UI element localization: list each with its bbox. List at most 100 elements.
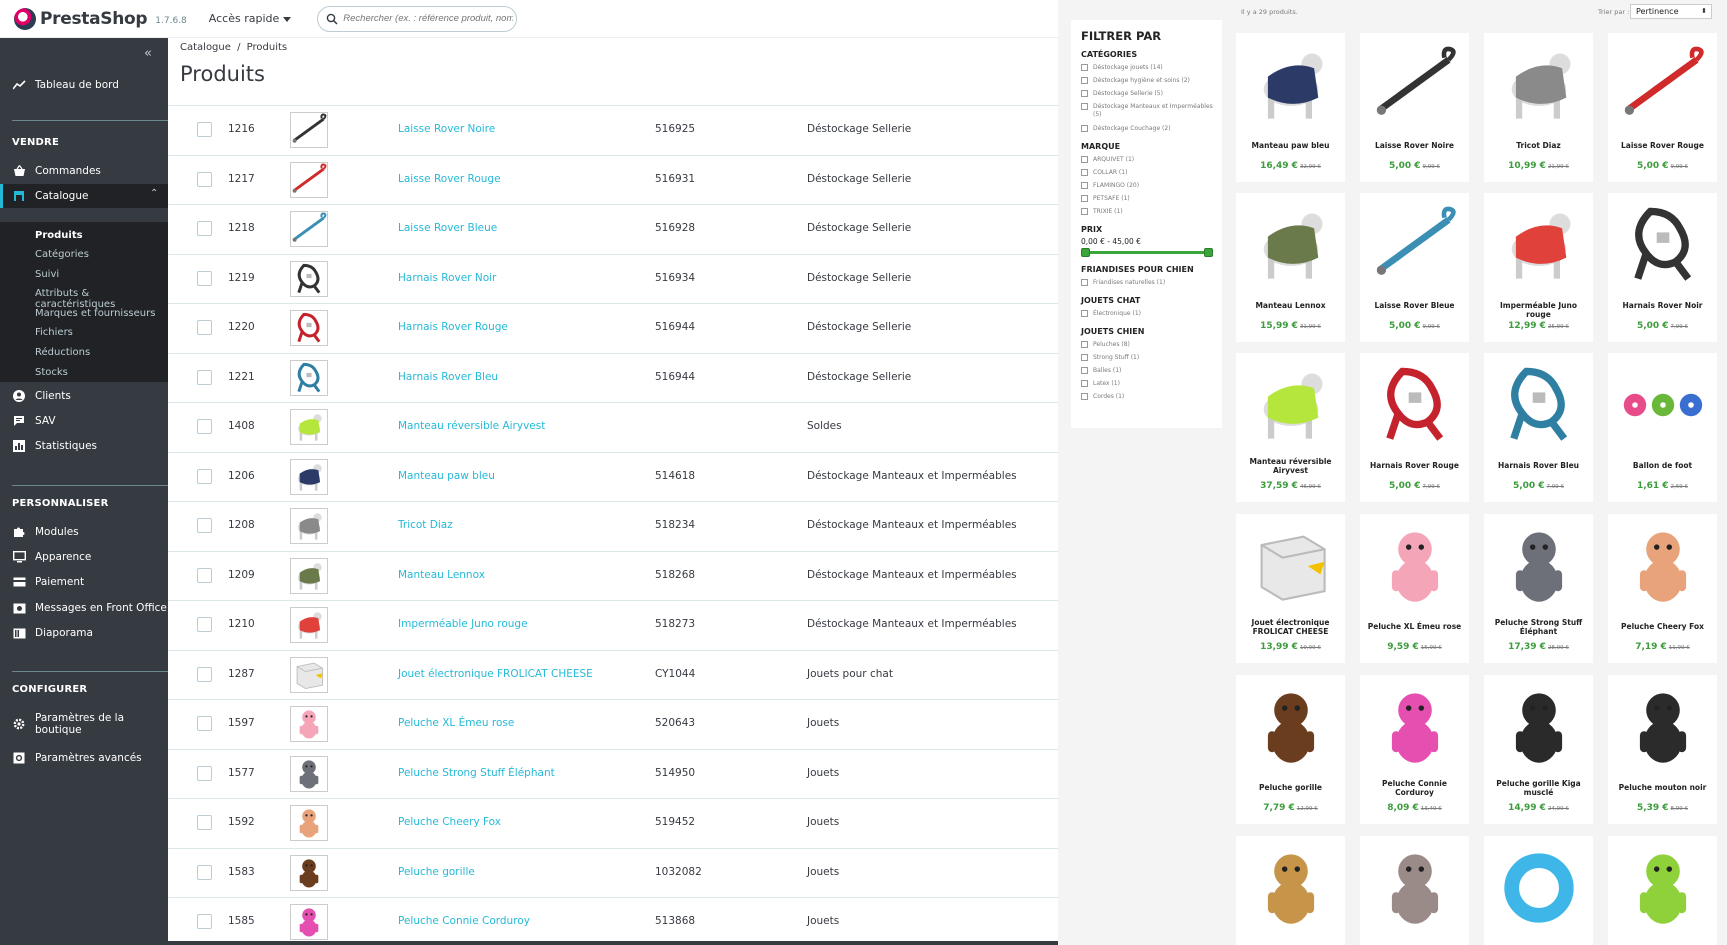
sidebar-item-shop-params[interactable]: Paramètres de la boutique	[12, 712, 162, 736]
row-checkbox[interactable]	[197, 666, 212, 682]
product-image[interactable]	[1244, 359, 1337, 451]
product-image[interactable]	[1244, 681, 1337, 773]
filter-option-dog-toy[interactable]: Latex (1)	[1081, 380, 1217, 388]
product-name-link[interactable]: Manteau Lennox	[398, 569, 485, 581]
search-input[interactable]	[343, 13, 514, 24]
row-checkbox[interactable]	[197, 369, 212, 385]
product-card-name[interactable]: Manteau Lennox	[1240, 301, 1341, 310]
filter-checkbox[interactable]	[1081, 310, 1088, 317]
product-card[interactable]: Peluche gorille 7,79 €12,99 €	[1236, 675, 1345, 824]
filter-checkbox[interactable]	[1081, 103, 1088, 110]
row-checkbox[interactable]	[197, 221, 212, 236]
table-row[interactable]: 1221 Harnais Rover Bleu 516944 Déstockag…	[168, 352, 1058, 402]
sidebar-item-orders[interactable]: Commandes	[12, 164, 101, 178]
row-checkbox[interactable]	[197, 419, 212, 434]
table-row[interactable]: 1210 Imperméable Juno rouge 518273 Désto…	[168, 600, 1058, 649]
row-checkbox[interactable]	[197, 468, 212, 484]
product-card-name[interactable]: Manteau paw bleu	[1240, 141, 1341, 150]
product-card-name[interactable]: Peluche gorille Kiga musclé	[1488, 779, 1589, 797]
product-card-name[interactable]: Peluche mouton noir	[1612, 783, 1713, 792]
product-thumbnail[interactable]	[290, 854, 328, 891]
submenu-files[interactable]: Fichiers	[35, 327, 73, 338]
filter-checkbox[interactable]	[1081, 354, 1088, 361]
sidebar-item-appearance[interactable]: Apparence	[12, 550, 91, 564]
product-card-name[interactable]: Harnais Rover Bleu	[1488, 461, 1589, 470]
product-image[interactable]	[1368, 359, 1461, 451]
filter-checkbox[interactable]	[1081, 77, 1088, 84]
submenu-stocks[interactable]: Stocks	[35, 367, 68, 378]
filter-option-cat-toy[interactable]: Électronique (1)	[1081, 310, 1217, 318]
filter-option-category[interactable]: Déstockage jouets (14)	[1081, 64, 1217, 72]
filter-option-category[interactable]: Déstockage Couchage (2)	[1081, 125, 1217, 133]
product-name-link[interactable]: Manteau paw bleu	[398, 470, 495, 482]
product-thumbnail[interactable]	[290, 211, 328, 247]
row-checkbox[interactable]	[197, 518, 212, 533]
product-card-name[interactable]: Ballon de foot	[1612, 461, 1713, 470]
filter-option-brand[interactable]: TRIXIE (1)	[1081, 208, 1217, 216]
product-card[interactable]	[1608, 836, 1717, 945]
price-slider-track[interactable]	[1083, 251, 1208, 254]
product-card[interactable]	[1484, 836, 1593, 945]
sidebar-item-slideshow[interactable]: Diaporama	[12, 626, 93, 640]
product-card[interactable]: Tricot Diaz 10,99 €21,99 €	[1484, 33, 1593, 182]
sidebar-item-modules[interactable]: Modules	[12, 525, 79, 539]
product-name-link[interactable]: Peluche Strong Stuff Éléphant	[398, 767, 555, 779]
filter-option-category[interactable]: Déstockage Manteaux et Imperméables (5)	[1081, 103, 1217, 119]
table-row[interactable]: 1597 Peluche XL Émeu rose 520643 Jouets	[168, 699, 1058, 748]
table-row[interactable]: 1408 Manteau réversible Airyvest Soldes	[168, 402, 1058, 451]
filter-option-brand[interactable]: COLLAR (1)	[1081, 169, 1217, 177]
product-image[interactable]	[1616, 681, 1709, 773]
product-card-name[interactable]: Peluche gorille	[1240, 783, 1341, 792]
row-checkbox[interactable]	[197, 815, 212, 830]
product-image[interactable]	[1616, 39, 1709, 131]
product-card[interactable]: Peluche Strong Stuff Éléphant 17,39 €28,…	[1484, 514, 1593, 663]
row-checkbox[interactable]	[197, 270, 212, 286]
table-row[interactable]: 1218 Laisse Rover Bleue 516928 Déstockag…	[168, 204, 1058, 253]
table-row[interactable]: 1287 Jouet électronique FROLICAT CHEESE …	[168, 649, 1058, 699]
sidebar-item-dashboard[interactable]: Tableau de bord	[12, 78, 119, 92]
product-card[interactable]: Peluche mouton noir 5,39 €8,99 €	[1608, 675, 1717, 824]
product-card-name[interactable]: Manteau réversible Airyvest	[1240, 457, 1341, 475]
table-row[interactable]: 1206 Manteau paw bleu 514618 Déstockage …	[168, 451, 1058, 501]
product-card[interactable]: Manteau Lennox 15,99 €31,99 €	[1236, 193, 1345, 342]
product-card-name[interactable]: Tricot Diaz	[1488, 141, 1589, 150]
filter-option-dog-toy[interactable]: Balles (1)	[1081, 367, 1217, 375]
filter-checkbox[interactable]	[1081, 279, 1088, 286]
product-card-name[interactable]: Peluche Strong Stuff Éléphant	[1488, 618, 1589, 636]
filter-checkbox[interactable]	[1081, 182, 1088, 189]
product-image[interactable]	[1492, 39, 1585, 131]
prestashop-logo[interactable]: PrestaShop	[14, 7, 148, 30]
product-card[interactable]: Peluche Cheery Fox 7,19 €11,99 €	[1608, 514, 1717, 663]
product-card-name[interactable]: Laisse Rover Rouge	[1612, 141, 1713, 150]
search-box[interactable]	[317, 5, 518, 32]
product-image[interactable]	[1368, 520, 1461, 612]
product-image[interactable]	[1244, 39, 1337, 131]
filter-checkbox[interactable]	[1081, 341, 1088, 348]
collapse-sidebar-icon[interactable]: «	[144, 46, 152, 61]
filter-option-dog-toy[interactable]: Cordes (1)	[1081, 393, 1217, 401]
product-card-name[interactable]: Harnais Rover Noir	[1612, 301, 1713, 310]
product-image[interactable]	[1244, 842, 1337, 934]
filter-checkbox[interactable]	[1081, 380, 1088, 387]
sidebar-item-catalog[interactable]: Catalogue	[12, 189, 88, 203]
row-checkbox[interactable]	[197, 122, 212, 137]
table-row[interactable]: 1217 Laisse Rover Rouge 516931 Déstockag…	[168, 154, 1058, 204]
filter-option-category[interactable]: Déstockage hygiène et soins (2)	[1081, 77, 1217, 85]
product-name-link[interactable]: Peluche XL Émeu rose	[398, 717, 514, 729]
product-thumbnail[interactable]	[290, 706, 328, 742]
horizontal-scrollbar[interactable]	[48, 941, 1058, 945]
product-image[interactable]	[1368, 199, 1461, 291]
product-card-name[interactable]: Harnais Rover Rouge	[1364, 461, 1465, 470]
quick-access-dropdown[interactable]: Accès rapide	[209, 12, 292, 25]
product-image[interactable]	[1244, 520, 1337, 612]
row-checkbox[interactable]	[197, 914, 212, 929]
filter-option-brand[interactable]: FLAMINGO (20)	[1081, 182, 1217, 190]
product-thumbnail[interactable]	[290, 161, 328, 198]
filter-option-category[interactable]: Déstockage Sellerie (5)	[1081, 90, 1217, 98]
product-name-link[interactable]: Peluche gorille	[398, 866, 475, 878]
product-image[interactable]	[1616, 199, 1709, 291]
product-card[interactable]	[1236, 836, 1345, 945]
filter-checkbox[interactable]	[1081, 208, 1088, 215]
submenu-products[interactable]: Produits	[35, 230, 83, 241]
product-image[interactable]	[1492, 681, 1585, 773]
